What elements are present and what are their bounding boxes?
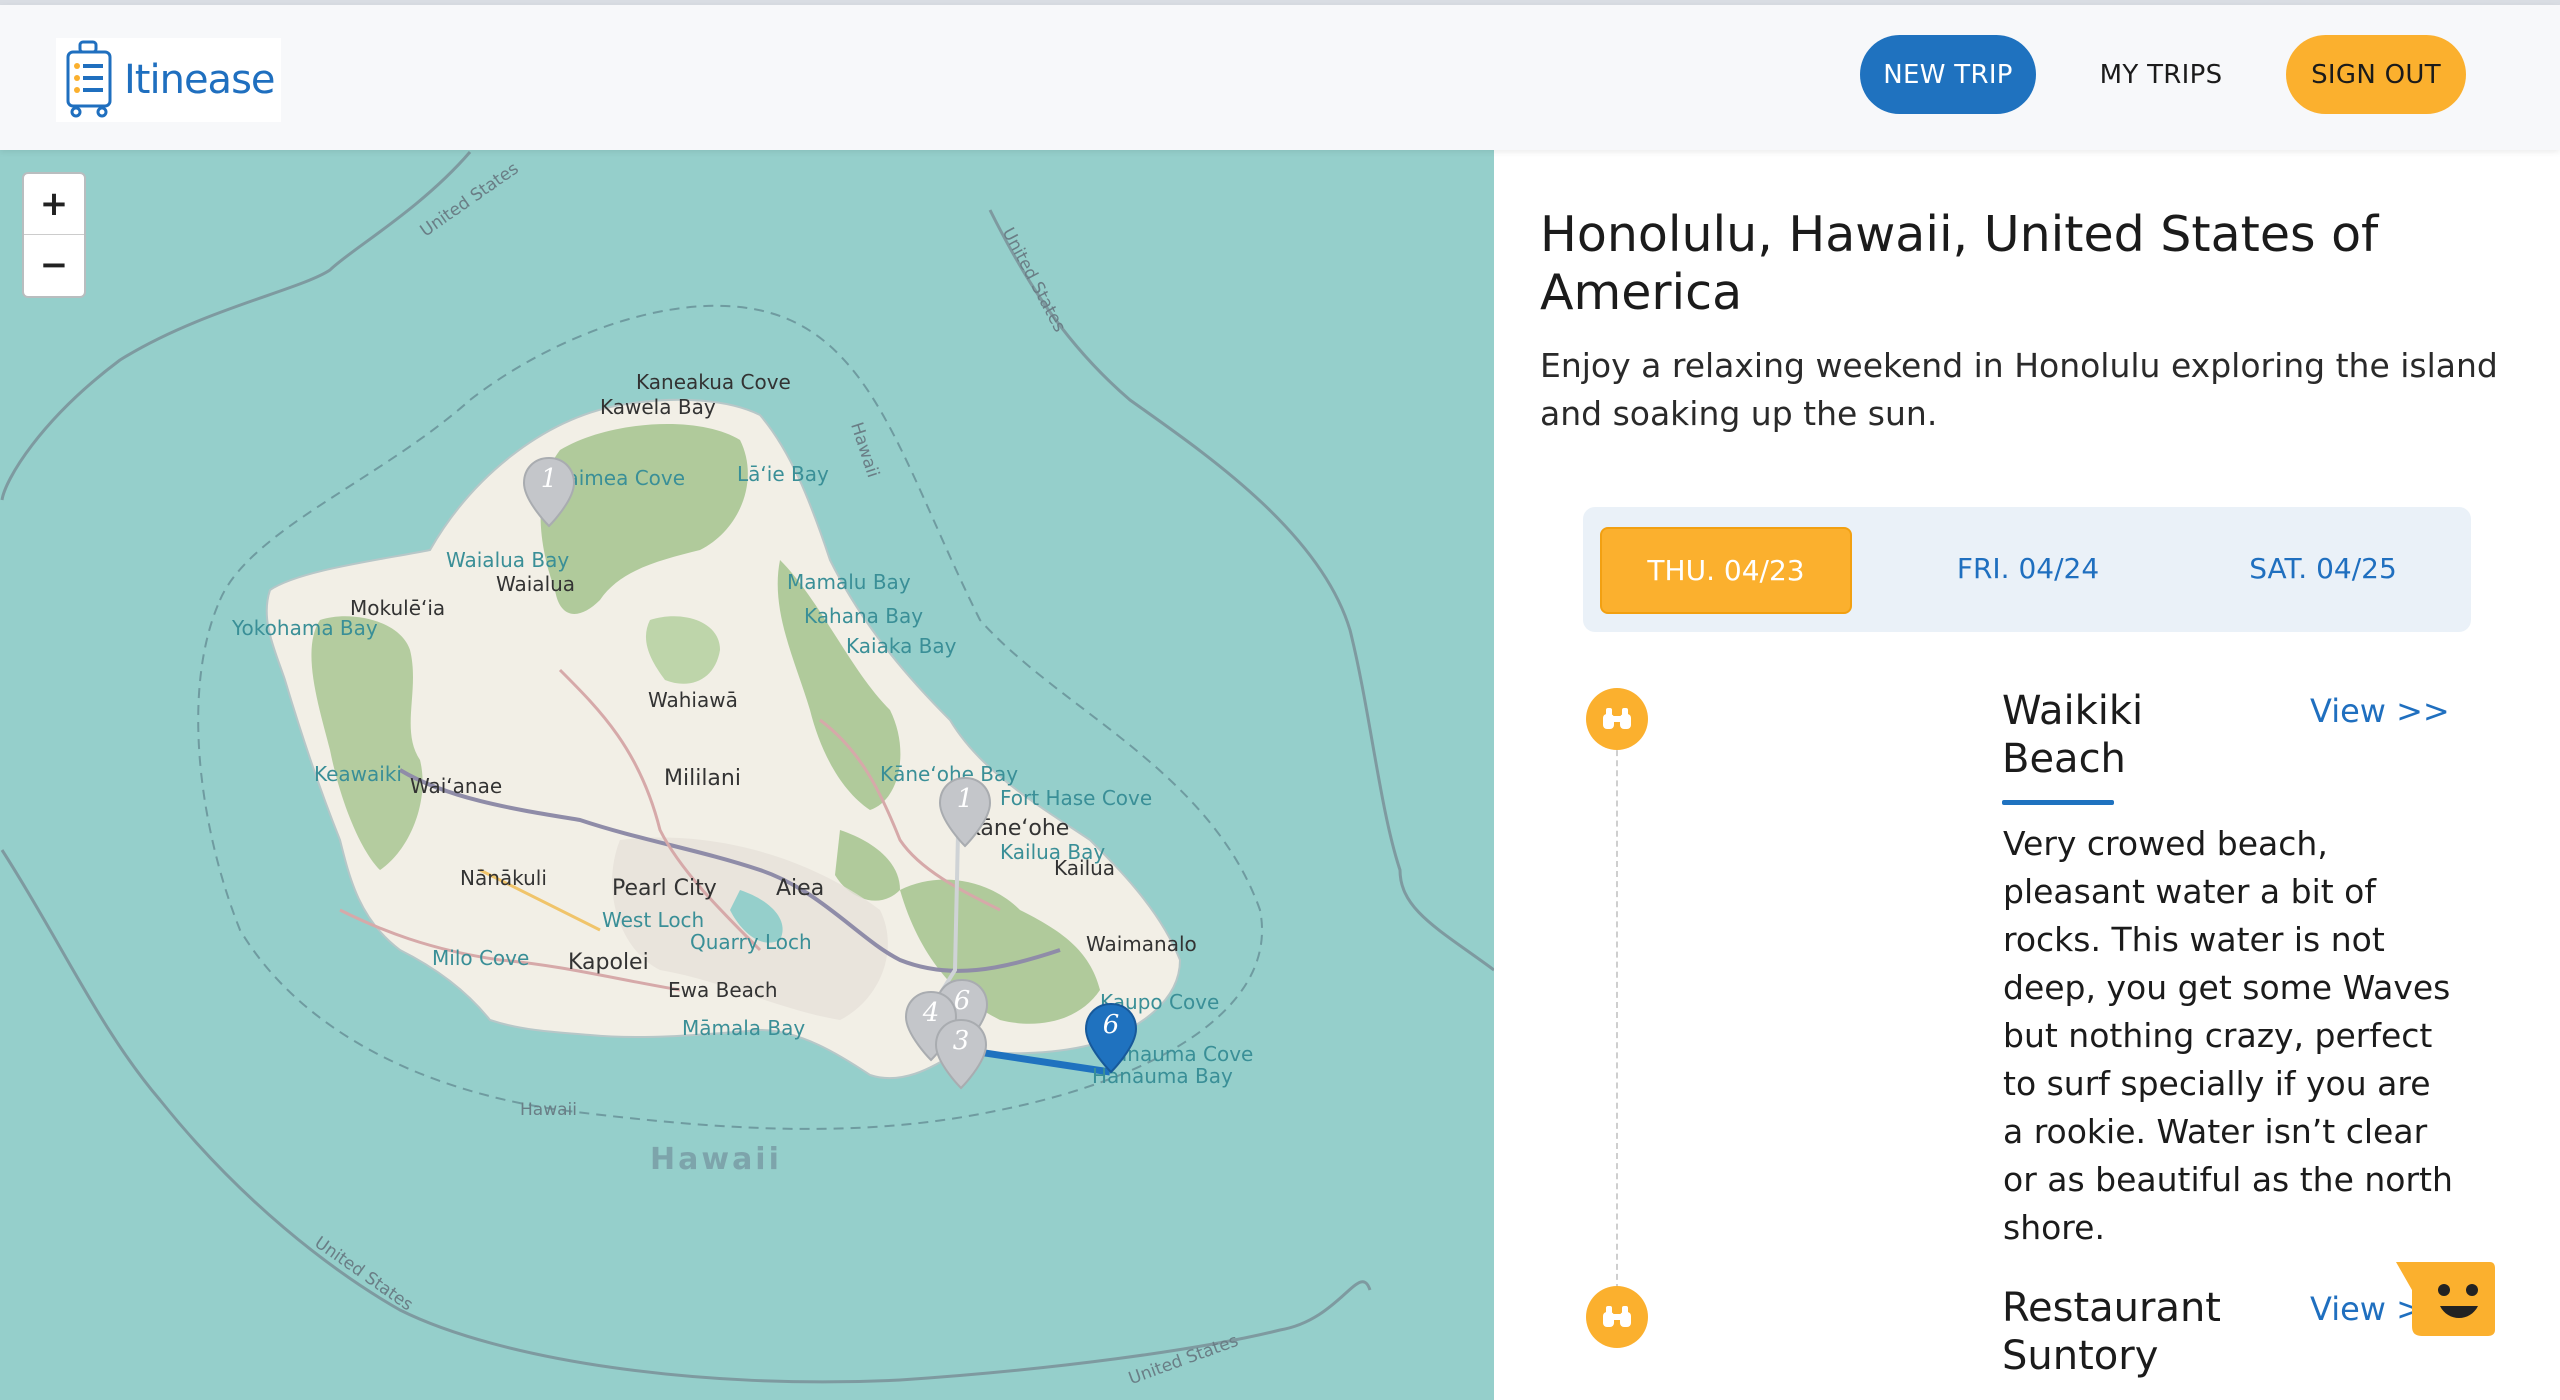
map-zoom-controls: + − — [22, 172, 86, 298]
suitcase-icon — [66, 40, 112, 118]
activity-description: Very crowed beach, pleasant water a bit … — [2003, 824, 2453, 1247]
map-label: Nānākuli — [460, 866, 547, 890]
map-label: Wahiawā — [648, 688, 738, 712]
map-label: Pearl City — [612, 876, 717, 901]
timeline-line — [1616, 730, 1620, 1290]
my-trips-link[interactable]: MY TRIPS — [2083, 35, 2239, 114]
zoom-out-button[interactable]: − — [24, 235, 84, 295]
activity-title: Waikiki Beach — [2002, 688, 2144, 782]
new-trip-button[interactable]: NEW TRIP — [1860, 35, 2036, 114]
marker-number: 1 — [956, 784, 974, 814]
map-marker[interactable]: 1 — [938, 776, 992, 848]
marker-number: 1 — [540, 464, 558, 494]
map-label: Aiea — [776, 876, 825, 901]
map-label: Quarry Loch — [690, 930, 812, 954]
map-marker[interactable]: 3 — [934, 1018, 988, 1090]
destination-title: Honolulu, Hawaii, United States of Ameri… — [1540, 206, 2379, 321]
map-label: Ewa Beach — [668, 978, 778, 1002]
itinerary-panel: Honolulu, Hawaii, United States of Ameri… — [1494, 150, 2560, 1400]
map-label: Mililani — [664, 766, 741, 791]
map-tiles — [0, 151, 1494, 1384]
trip-description: Enjoy a relaxing weekend in Honolulu exp… — [1540, 346, 2498, 433]
map-label: Kahana Bay — [804, 604, 924, 628]
map-label: Mamalu Bay — [787, 570, 911, 594]
map-label: Waialua Bay — [446, 548, 570, 572]
map-label: Waimanalo — [1086, 932, 1197, 956]
map-label: West Loch — [602, 908, 705, 932]
binoculars-icon — [1586, 688, 1648, 750]
map-label: Yokohama Bay — [232, 616, 378, 640]
map-marker-selected[interactable]: 6 — [1084, 1002, 1138, 1074]
map-label: Kapolei — [568, 950, 649, 975]
binoculars-icon — [1586, 1286, 1648, 1348]
map-label: Milo Cove — [432, 946, 530, 970]
map-label: Kawela Bay — [600, 395, 716, 419]
map-label: Kaiaka Bay — [846, 634, 957, 658]
brand-logo[interactable]: Itinease — [56, 38, 281, 122]
activity-title: Restaurant Suntory — [2002, 1285, 2221, 1379]
sign-out-button[interactable]: SIGN OUT — [2286, 35, 2466, 114]
map-label: Hawaii — [520, 1100, 577, 1120]
map-label: Kailua — [1054, 856, 1116, 880]
marker-number: 6 — [1102, 1010, 1120, 1040]
map-label: Kaneakua Cove — [636, 370, 791, 394]
tab-day-thu[interactable]: THU. 04/23 — [1600, 527, 1852, 614]
brand-name: Itinease — [124, 57, 276, 103]
chat-face-icon — [2396, 1262, 2495, 1336]
map-label: Fort Hase Cove — [1000, 786, 1153, 810]
map-label: Waialua — [496, 572, 576, 596]
map-label: Lā‘ie Bay — [737, 462, 829, 486]
marker-number: 3 — [952, 1026, 970, 1056]
day-tabs: THU. 04/23 FRI. 04/24 SAT. 04/25 — [1583, 507, 2471, 632]
title-underline — [2002, 800, 2114, 805]
chat-widget-button[interactable] — [2392, 1260, 2496, 1338]
map-marker[interactable]: 1 — [522, 456, 576, 528]
trip-map[interactable]: Kaneakua Cove Kawela Bay Waimea Cove Lā‘… — [0, 150, 1494, 1400]
map-label: Māmala Bay — [682, 1016, 806, 1040]
tab-day-fri[interactable]: FRI. 04/24 — [1903, 527, 2153, 610]
map-label: Hawaii — [650, 1142, 782, 1177]
tab-day-sat[interactable]: SAT. 04/25 — [2198, 527, 2448, 610]
zoom-in-button[interactable]: + — [24, 174, 84, 234]
top-navbar: Itinease NEW TRIP MY TRIPS SIGN OUT — [0, 5, 2560, 150]
map-label: Wai‘anae — [410, 774, 503, 798]
view-activity-link[interactable]: View >> — [2310, 692, 2450, 730]
map-label: Keawaiki — [314, 762, 402, 786]
